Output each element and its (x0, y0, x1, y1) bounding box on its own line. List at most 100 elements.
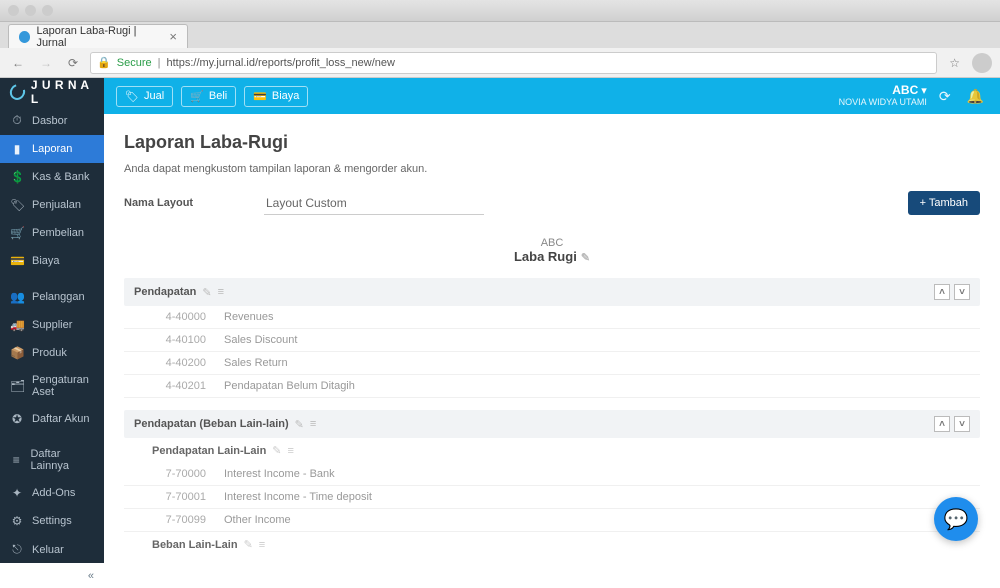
section-header[interactable]: Pendapatan (Beban Lain-lain) ✎ ≡ ˄ ˅ (124, 410, 980, 438)
company-switcher[interactable]: ABC ▾ NOVIA WIDYA UTAMI (839, 84, 927, 107)
sidebar-item-penjualan[interactable]: 🏷Penjualan (0, 191, 104, 219)
account-row[interactable]: 7-70099Other Income (124, 509, 980, 532)
sidebar-item-supplier[interactable]: 🚚Supplier (0, 311, 104, 339)
expense-icon: 💳 (10, 254, 24, 268)
tab-title: Laporan Laba-Rugi | Jurnal (36, 25, 163, 49)
report-title: Laba Rugi✎ (124, 249, 980, 264)
sidebar-item-addons[interactable]: ✦Add-Ons (0, 479, 104, 507)
report-company: ABC (124, 237, 980, 249)
account-row[interactable]: 4-40100Sales Discount (124, 329, 980, 352)
pencil-icon[interactable]: ✎ (272, 444, 281, 457)
accounts-icon: ✪ (10, 412, 24, 426)
section-pendapatan: Pendapatan ✎ ≡ ˄ ˅ 4-40000Revenues 4-401… (124, 278, 980, 398)
account-row[interactable]: 7-70000Interest Income - Bank (124, 463, 980, 486)
chat-fab[interactable]: 💬 (934, 497, 978, 541)
sidebar-item-keluar[interactable]: ⎋Keluar (0, 535, 104, 564)
move-down-button[interactable]: ˅ (954, 284, 970, 300)
brand[interactable]: J U R N A L (0, 78, 104, 106)
page-title: Laporan Laba-Rugi (124, 132, 980, 153)
account-row[interactable]: 8-80000Interest Expense (124, 557, 980, 563)
sidebar-item-kas-bank[interactable]: 💲Kas & Bank (0, 163, 104, 191)
topbar: 🏷Jual 🛒Beli 💳Biaya ABC ▾ NOVIA WIDYA UTA… (104, 78, 1000, 114)
sidebar: J U R N A L ⏱Dasbor ▮Laporan 💲Kas & Bank… (0, 78, 104, 563)
reorder-icon[interactable]: ≡ (310, 418, 316, 430)
close-dot[interactable] (8, 5, 19, 16)
product-icon: 📦 (10, 346, 24, 360)
pencil-icon[interactable]: ✎ (581, 252, 590, 264)
sidebar-item-daftar-akun[interactable]: ✪Daftar Akun (0, 405, 104, 433)
card-icon: 💳 (253, 90, 267, 103)
report-header: ABC Laba Rugi✎ (124, 237, 980, 264)
min-dot[interactable] (25, 5, 36, 16)
chat-icon: 💬 (944, 507, 969, 532)
sidebar-item-laporan[interactable]: ▮Laporan (0, 135, 104, 163)
add-button[interactable]: + Tambah (908, 191, 980, 215)
reorder-icon[interactable]: ≡ (259, 539, 265, 551)
browser-tab[interactable]: Laporan Laba-Rugi | Jurnal × (8, 24, 188, 48)
gear-icon: ⚙ (10, 514, 24, 528)
reorder-icon[interactable]: ≡ (218, 286, 224, 298)
account-row[interactable]: 7-70001Interest Income - Time deposit (124, 486, 980, 509)
move-up-button[interactable]: ˄ (934, 416, 950, 432)
reorder-icon[interactable]: ≡ (288, 445, 294, 457)
logout-icon: ⎋ (10, 542, 24, 557)
main: 🏷Jual 🛒Beli 💳Biaya ABC ▾ NOVIA WIDYA UTA… (104, 78, 1000, 563)
layout-row: Nama Layout + Tambah (124, 191, 980, 215)
move-down-button[interactable]: ˅ (954, 416, 970, 432)
cash-icon: 💲 (10, 170, 24, 184)
sales-icon: 🏷 (10, 198, 24, 212)
sidebar-item-daftar-lainnya[interactable]: ≡Daftar Lainnya (0, 441, 104, 479)
sidebar-item-biaya[interactable]: 💳Biaya (0, 247, 104, 275)
star-icon[interactable]: ☆ (945, 56, 964, 70)
back-icon[interactable]: ← (8, 56, 28, 70)
supplier-icon: 🚚 (10, 318, 24, 332)
page-hint: Anda dapat mengkustom tampilan laporan &… (124, 163, 980, 175)
close-icon[interactable]: × (169, 29, 177, 44)
mac-titlebar (0, 0, 1000, 22)
url-text: https://my.jurnal.id/reports/profit_loss… (166, 57, 394, 69)
addons-icon: ✦ (10, 486, 24, 500)
max-dot[interactable] (42, 5, 53, 16)
bell-icon[interactable]: 🔔 (963, 88, 988, 105)
subsection-header[interactable]: Beban Lain-Lain ✎ ≡ (124, 532, 980, 557)
pencil-icon[interactable]: ✎ (295, 418, 304, 431)
reload-icon[interactable]: ⟳ (64, 56, 82, 70)
history-icon[interactable]: ⟳ (935, 88, 955, 105)
sidebar-item-dasbor[interactable]: ⏱Dasbor (0, 106, 104, 135)
dashboard-icon: ⏱ (10, 113, 24, 128)
pencil-icon[interactable]: ✎ (244, 538, 253, 551)
beli-button[interactable]: 🛒Beli (181, 86, 236, 107)
content: Laporan Laba-Rugi Anda dapat mengkustom … (104, 114, 1000, 563)
sidebar-item-pembelian[interactable]: 🛒Pembelian (0, 219, 104, 247)
section-pendapatan-beban-lain: Pendapatan (Beban Lain-lain) ✎ ≡ ˄ ˅ Pen… (124, 410, 980, 563)
lock-icon: 🔒 (97, 56, 111, 69)
asset-icon: 🗂 (10, 379, 24, 393)
secure-label: Secure (117, 57, 152, 69)
favicon-icon (19, 31, 30, 43)
sidebar-item-settings[interactable]: ⚙Settings (0, 507, 104, 535)
url-field[interactable]: 🔒 Secure | https://my.jurnal.id/reports/… (90, 52, 937, 74)
account-row[interactable]: 4-40200Sales Return (124, 352, 980, 375)
biaya-button[interactable]: 💳Biaya (244, 86, 308, 107)
account-row[interactable]: 4-40201Pendapatan Belum Ditagih (124, 375, 980, 398)
sidebar-collapse[interactable]: « (0, 564, 104, 588)
browser-addressbar: ← → ⟳ 🔒 Secure | https://my.jurnal.id/re… (0, 48, 1000, 78)
section-header[interactable]: Pendapatan ✎ ≡ ˄ ˅ (124, 278, 980, 306)
move-up-button[interactable]: ˄ (934, 284, 950, 300)
subsection-header[interactable]: Pendapatan Lain-Lain ✎ ≡ (124, 438, 980, 463)
sidebar-item-produk[interactable]: 📦Produk (0, 339, 104, 367)
user-name: NOVIA WIDYA UTAMI (839, 98, 927, 108)
cart-icon: 🛒 (190, 90, 204, 103)
account-row[interactable]: 4-40000Revenues (124, 306, 980, 329)
brand-text: J U R N A L (31, 78, 94, 106)
profile-avatar[interactable] (972, 53, 992, 73)
forward-icon: → (36, 56, 56, 70)
sidebar-item-pengaturan-aset[interactable]: 🗂Pengaturan Aset (0, 367, 104, 405)
layout-name-input[interactable] (264, 192, 484, 215)
jual-button[interactable]: 🏷Jual (116, 86, 173, 107)
sidebar-item-pelanggan[interactable]: 👥Pelanggan (0, 283, 104, 311)
browser-tabbar: Laporan Laba-Rugi | Jurnal × (0, 22, 1000, 48)
pencil-icon[interactable]: ✎ (202, 286, 211, 299)
report-icon: ▮ (10, 142, 24, 156)
tag-icon: 🏷 (125, 90, 139, 103)
